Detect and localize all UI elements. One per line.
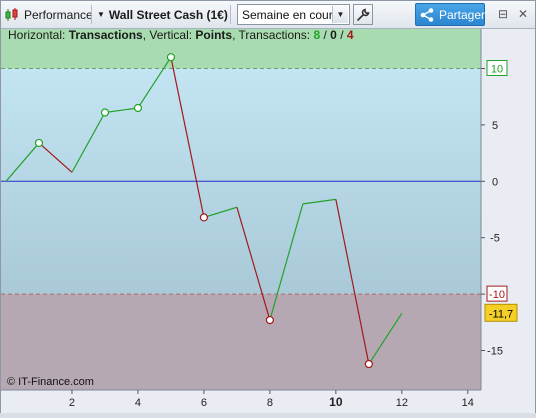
- y-tick-label: -5: [490, 233, 500, 245]
- y-tick-label: 0: [492, 176, 498, 188]
- data-point: [34, 138, 44, 148]
- chart-header: Horizontal: Transactions, Vertical: Poin…: [8, 29, 354, 42]
- performance-chart: 10 5 0 -5 -10 -15 -11,7 2 4 6 8 10 12 14 Horizontal:…: [1, 28, 535, 413]
- x-tick-label: 10: [329, 395, 343, 409]
- settings-button[interactable]: [353, 4, 373, 25]
- current-value-label: -11,7: [489, 308, 513, 320]
- minimize-icon[interactable]: ⊟: [495, 6, 511, 22]
- y-tick-label: 5: [492, 120, 498, 132]
- chevron-down-icon[interactable]: ▼: [332, 6, 348, 23]
- x-tick-label: 6: [201, 397, 207, 409]
- share-icon: [419, 7, 435, 23]
- y-tick-label: -10: [489, 289, 505, 301]
- chevron-down-icon: ▼: [97, 10, 105, 19]
- x-tick-label: 14: [462, 397, 474, 409]
- header-part: /: [320, 29, 330, 42]
- data-point: [265, 315, 274, 325]
- x-tick-label: 4: [135, 397, 141, 409]
- wrench-icon: [356, 8, 370, 22]
- instrument-selector[interactable]: ▼ Wall Street Cash (1€): [97, 4, 228, 25]
- candlestick-chart-icon: [4, 7, 20, 23]
- x-tick-label: 2: [69, 397, 75, 409]
- data-point: [133, 103, 143, 113]
- chart-canvas: 10 5 0 -5 -10 -15 -11,7 2 4 6 8 10 12 14 Horizontal:…: [1, 28, 535, 413]
- toolbar-separator: [230, 5, 231, 24]
- share-label: Partager: [439, 7, 486, 22]
- y-tick-label: 10: [491, 63, 503, 75]
- toolbar: Performance ▼ Wall Street Cash (1€) Sema…: [1, 1, 535, 29]
- header-part: , Transactions:: [232, 29, 313, 42]
- data-point: [364, 359, 373, 369]
- performance-menu[interactable]: Performance: [4, 4, 93, 25]
- x-tick-label: 8: [267, 397, 273, 409]
- data-point: [100, 108, 110, 117]
- header-part: /: [337, 29, 347, 42]
- toolbar-separator: [91, 5, 92, 24]
- header-part: Horizontal:: [8, 29, 69, 42]
- x-tick-label: 12: [396, 397, 408, 409]
- instrument-label: Wall Street Cash (1€): [108, 7, 228, 22]
- period-select[interactable]: Semaine en cours ▼: [237, 4, 350, 25]
- header-part: 4: [347, 29, 354, 42]
- header-part: , Vertical:: [143, 29, 196, 42]
- header-part: Points: [195, 29, 232, 42]
- period-value: Semaine en cours: [242, 7, 339, 22]
- performance-label: Performance: [24, 7, 93, 22]
- share-button[interactable]: Partager: [415, 3, 485, 26]
- header-part: Transactions: [69, 29, 143, 42]
- performance-window: Performance ▼ Wall Street Cash (1€) Sema…: [0, 0, 536, 413]
- data-point: [199, 213, 209, 222]
- watermark: © IT-Finance.com: [7, 376, 94, 388]
- data-point: [166, 53, 176, 62]
- close-icon[interactable]: ✕: [515, 6, 531, 22]
- y-tick-label: -15: [487, 346, 503, 358]
